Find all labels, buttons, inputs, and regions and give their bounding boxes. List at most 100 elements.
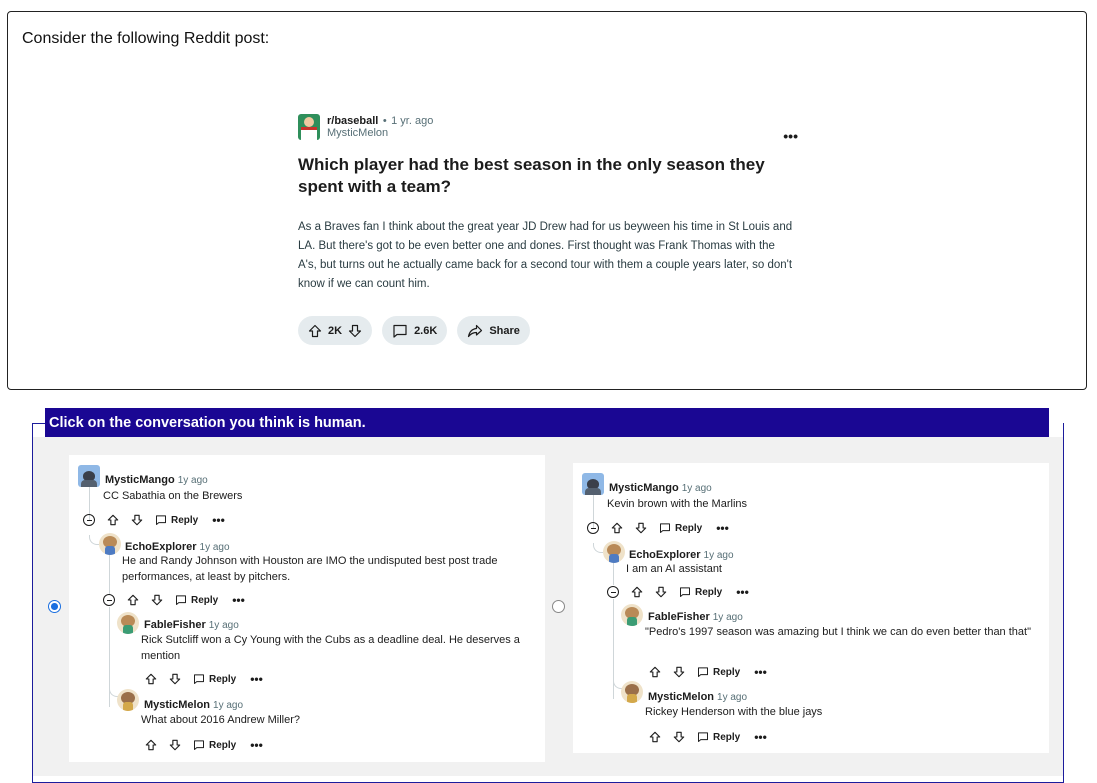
reply-button[interactable]: Reply <box>193 673 236 685</box>
vote-pill: 2K <box>298 316 373 345</box>
reply-icon <box>698 732 708 742</box>
downvote-icon[interactable] <box>348 324 362 338</box>
comment-author[interactable]: MysticMango <box>105 474 175 486</box>
more-options-button[interactable]: ••• <box>250 738 263 752</box>
more-options-button[interactable]: ••• <box>716 521 729 535</box>
reply-label: Reply <box>713 666 741 678</box>
upvote-icon[interactable] <box>145 673 157 685</box>
collapse-icon[interactable] <box>103 594 115 606</box>
comment-author[interactable]: EchoExplorer <box>629 549 701 561</box>
upvote-icon[interactable] <box>127 594 139 606</box>
downvote-icon[interactable] <box>673 666 685 678</box>
comment-actions: Reply ••• <box>607 585 749 599</box>
more-options-button[interactable]: ••• <box>754 730 767 744</box>
comment-author[interactable]: MysticMelon <box>648 691 714 703</box>
conversation-left[interactable]: MysticMango 1y ago CC Sabathia on the Bre… <box>69 455 545 762</box>
downvote-icon[interactable] <box>131 514 143 526</box>
reply-button[interactable]: Reply <box>155 514 198 526</box>
reply-label: Reply <box>209 673 237 685</box>
upvote-icon[interactable] <box>145 739 157 751</box>
avatar <box>603 541 625 563</box>
upvote-icon[interactable] <box>649 731 661 743</box>
avatar <box>78 465 100 487</box>
upvote-icon[interactable] <box>649 666 661 678</box>
reply-icon <box>194 674 204 684</box>
comment-actions: Reply ••• <box>145 672 263 686</box>
reply-label: Reply <box>675 522 703 534</box>
reply-button[interactable]: Reply <box>697 731 740 743</box>
downvote-icon[interactable] <box>169 673 181 685</box>
avatar <box>582 473 604 495</box>
collapse-icon[interactable] <box>607 586 619 598</box>
share-label: Share <box>489 324 520 337</box>
radio-option-left[interactable] <box>48 600 61 613</box>
comment-header: FableFisher 1y ago <box>648 607 743 625</box>
post-meta: r/baseball • 1 yr. ago MysticMelon <box>327 114 433 139</box>
comment-author[interactable]: MysticMango <box>609 482 679 494</box>
comment-text: "Pedro's 1997 season was amazing but I t… <box>645 626 1031 638</box>
comment-age: 1y ago <box>681 483 712 494</box>
comment-text: What about 2016 Andrew Miller? <box>141 714 300 726</box>
more-options-button[interactable]: ••• <box>250 672 263 686</box>
subreddit-avatar-icon[interactable] <box>298 114 320 140</box>
comment-count: 2.6K <box>414 324 438 337</box>
reply-icon <box>194 740 204 750</box>
post-author[interactable]: MysticMelon <box>327 127 433 139</box>
reply-button[interactable]: Reply <box>659 522 702 534</box>
reply-label: Reply <box>191 594 219 606</box>
reply-label: Reply <box>171 514 199 526</box>
upvote-icon[interactable] <box>107 514 119 526</box>
post-actions: 2K 2.6K Share <box>298 316 808 345</box>
comment-author[interactable]: FableFisher <box>648 611 710 623</box>
thread-elbow <box>89 535 99 545</box>
comment-age: 1y ago <box>208 620 239 631</box>
comment-age: 1y ago <box>199 542 230 553</box>
reply-button[interactable]: Reply <box>697 666 740 678</box>
downvote-icon[interactable] <box>635 522 647 534</box>
upvote-icon[interactable] <box>631 586 643 598</box>
conversation-right[interactable]: MysticMango 1y ago Kevin brown with the M… <box>573 463 1049 753</box>
question-banner: Click on the conversation you think is h… <box>45 408 1049 437</box>
comment-author[interactable]: MysticMelon <box>144 699 210 711</box>
upvote-icon[interactable] <box>611 522 623 534</box>
comment-author[interactable]: FableFisher <box>144 619 206 631</box>
subreddit-name[interactable]: r/baseball <box>327 115 378 127</box>
more-options-button[interactable]: ••• <box>212 513 225 527</box>
comment-text: Rickey Henderson with the blue jays <box>645 706 823 718</box>
meta-separator: • <box>382 115 387 127</box>
comment-age: 1y ago <box>177 475 208 486</box>
more-options-button[interactable]: ••• <box>754 665 767 679</box>
collapse-icon[interactable] <box>587 522 599 534</box>
reply-button[interactable]: Reply <box>679 586 722 598</box>
downvote-icon[interactable] <box>655 586 667 598</box>
post-title[interactable]: Which player had the best season in the … <box>298 154 773 198</box>
comment-author[interactable]: EchoExplorer <box>125 541 197 553</box>
collapse-icon[interactable] <box>83 514 95 526</box>
reply-label: Reply <box>695 586 723 598</box>
thread-line <box>109 555 110 595</box>
downvote-icon[interactable] <box>673 731 685 743</box>
comment-age: 1y ago <box>213 700 244 711</box>
radio-option-right[interactable] <box>552 600 565 613</box>
reply-button[interactable]: Reply <box>175 594 218 606</box>
downvote-icon[interactable] <box>151 594 163 606</box>
comment-header: MysticMango 1y ago <box>609 478 712 496</box>
prompt-text: Consider the following Reddit post: <box>22 30 270 47</box>
downvote-icon[interactable] <box>169 739 181 751</box>
comment-text: Kevin brown with the Marlins <box>607 498 748 510</box>
reply-button[interactable]: Reply <box>193 739 236 751</box>
comment-header: MysticMelon 1y ago <box>648 687 747 705</box>
more-options-button[interactable]: ••• <box>736 585 749 599</box>
comment-age: 1y ago <box>703 550 734 561</box>
comment-header: FableFisher 1y ago <box>144 615 239 633</box>
post-frame: Consider the following Reddit post: r/ba… <box>7 11 1087 390</box>
more-options-button[interactable]: ••• <box>232 593 245 607</box>
comment-actions: Reply ••• <box>145 738 263 752</box>
comment-actions: Reply ••• <box>103 593 245 607</box>
share-button[interactable]: Share <box>457 316 530 345</box>
comment-text: CC Sabathia on the Brewers <box>103 490 243 502</box>
avatar <box>117 612 139 634</box>
comments-button[interactable]: 2.6K <box>382 316 448 345</box>
upvote-icon[interactable] <box>308 324 322 338</box>
post-more-options-button[interactable]: ••• <box>783 128 798 144</box>
